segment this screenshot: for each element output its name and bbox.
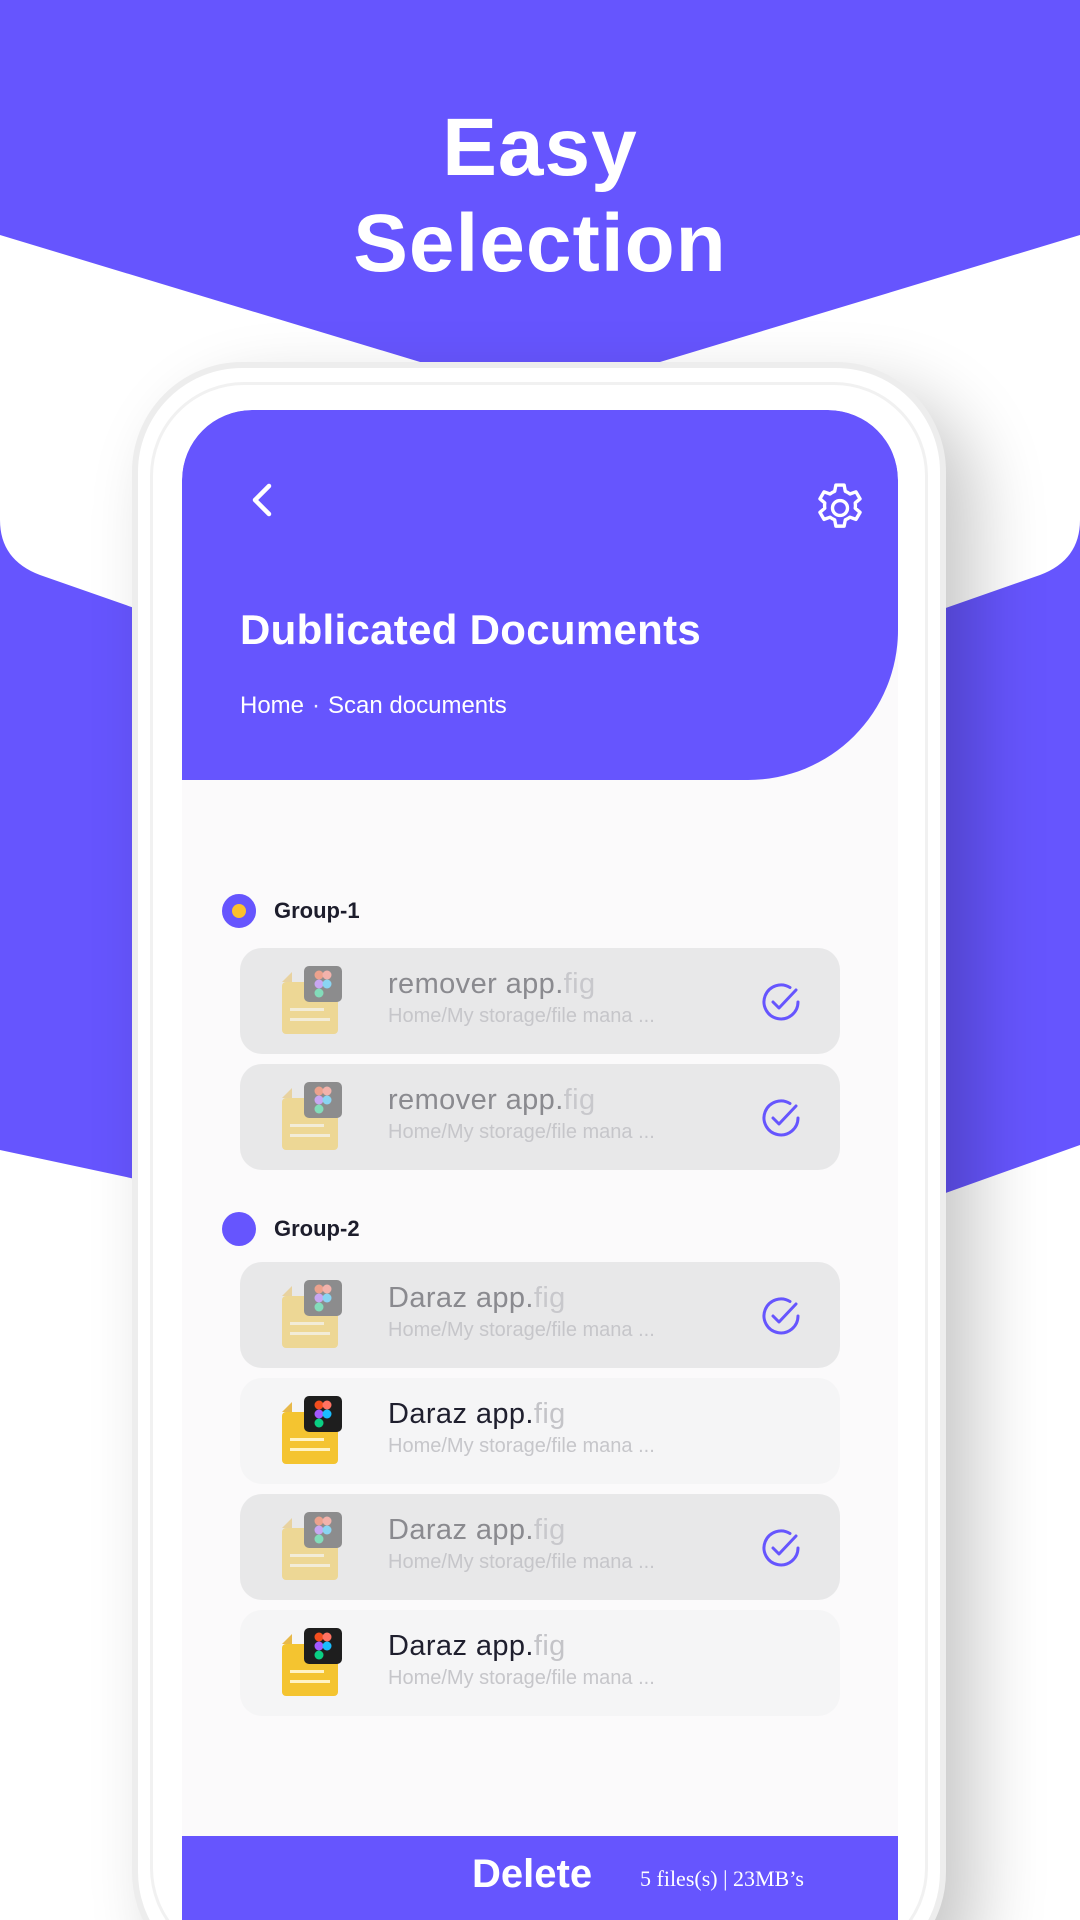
check-circle-icon[interactable]	[760, 1295, 802, 1337]
promo-title: Easy Selection	[0, 100, 1080, 292]
file-name: remover app.fig	[388, 968, 655, 1001]
group-label: Group-1	[274, 898, 360, 923]
file-text: remover app.fig Home/My storage/file man…	[388, 1084, 655, 1144]
settings-button[interactable]	[810, 478, 870, 538]
selection-summary: 5 files(s) | 23MB’s	[640, 1866, 804, 1891]
file-card[interactable]: Daraz app.fig Home/My storage/file mana …	[240, 1610, 840, 1716]
file-card[interactable]: remover app.fig Home/My storage/file man…	[240, 948, 840, 1054]
promo-title-line2: Selection	[353, 198, 727, 289]
file-path: Home/My storage/file mana ...	[388, 1667, 655, 1689]
delete-button[interactable]: Delete	[472, 1852, 592, 1897]
promo-title-line1: Easy	[442, 102, 638, 193]
file-text: remover app.fig Home/My storage/file man…	[388, 968, 655, 1028]
group-radio[interactable]	[222, 894, 256, 928]
file-name-base: Daraz app.	[388, 1514, 534, 1546]
group-header-2[interactable]: Group-2	[222, 1212, 360, 1246]
breadcrumb: Home · Scan documents	[240, 692, 507, 720]
figma-file-icon	[278, 1082, 344, 1152]
bottom-action-bar: Delete 5 files(s) | 23MB’s	[182, 1836, 898, 1920]
file-extension: fig	[533, 1282, 566, 1314]
page-title: Dublicated Documents	[240, 606, 702, 653]
back-button[interactable]	[240, 478, 284, 522]
file-path: Home/My storage/file mana ...	[388, 1551, 655, 1573]
file-extension: fig	[563, 968, 596, 1000]
file-text: Daraz app.fig Home/My storage/file mana …	[388, 1630, 655, 1690]
chevron-left-icon	[252, 483, 272, 517]
check-circle-icon[interactable]	[760, 1097, 802, 1139]
file-extension: fig	[533, 1514, 566, 1546]
file-name-base: remover app.	[388, 968, 564, 1000]
file-text: Daraz app.fig Home/My storage/file mana …	[388, 1398, 655, 1458]
gear-icon	[818, 483, 862, 528]
group-header-1[interactable]: Group-1	[222, 894, 360, 928]
file-card[interactable]: Daraz app.fig Home/My storage/file mana …	[240, 1378, 840, 1484]
file-name-base: Daraz app.	[388, 1630, 534, 1662]
figma-file-icon	[278, 1512, 344, 1582]
file-text: Daraz app.fig Home/My storage/file mana …	[388, 1514, 655, 1574]
breadcrumb-separator: ·	[312, 692, 321, 719]
figma-file-icon	[278, 1396, 344, 1466]
figma-file-icon	[278, 1280, 344, 1350]
file-path: Home/My storage/file mana ...	[388, 1435, 655, 1457]
file-path: Home/My storage/file mana ...	[388, 1319, 655, 1341]
check-circle-icon[interactable]	[760, 981, 802, 1023]
file-name: remover app.fig	[388, 1084, 655, 1117]
radio-dot	[232, 904, 246, 918]
breadcrumb-home[interactable]: Home	[240, 692, 304, 720]
file-path: Home/My storage/file mana ...	[388, 1005, 655, 1027]
file-name: Daraz app.fig	[388, 1282, 655, 1315]
group-label: Group-2	[274, 1216, 360, 1241]
file-path: Home/My storage/file mana ...	[388, 1121, 655, 1143]
file-card[interactable]: Daraz app.fig Home/My storage/file mana …	[240, 1262, 840, 1368]
file-name-base: Daraz app.	[388, 1398, 534, 1430]
file-card[interactable]: Daraz app.fig Home/My storage/file mana …	[240, 1494, 840, 1600]
file-name: Daraz app.fig	[388, 1514, 655, 1547]
app-screen: Dublicated Documents Home · Scan documen…	[182, 410, 898, 1920]
file-name: Daraz app.fig	[388, 1630, 655, 1663]
figma-file-icon	[278, 966, 344, 1036]
check-circle-icon[interactable]	[760, 1527, 802, 1569]
group-radio[interactable]	[222, 1212, 256, 1246]
file-card[interactable]: remover app.fig Home/My storage/file man…	[240, 1064, 840, 1170]
file-extension: fig	[533, 1398, 566, 1430]
file-text: Daraz app.fig Home/My storage/file mana …	[388, 1282, 655, 1342]
file-name: Daraz app.fig	[388, 1398, 655, 1431]
file-extension: fig	[563, 1084, 596, 1116]
screen-header: Dublicated Documents Home · Scan documen…	[182, 410, 898, 780]
file-extension: fig	[533, 1630, 566, 1662]
file-name-base: remover app.	[388, 1084, 564, 1116]
figma-file-icon	[278, 1628, 344, 1698]
file-name-base: Daraz app.	[388, 1282, 534, 1314]
breadcrumb-current: Scan documents	[328, 692, 507, 719]
